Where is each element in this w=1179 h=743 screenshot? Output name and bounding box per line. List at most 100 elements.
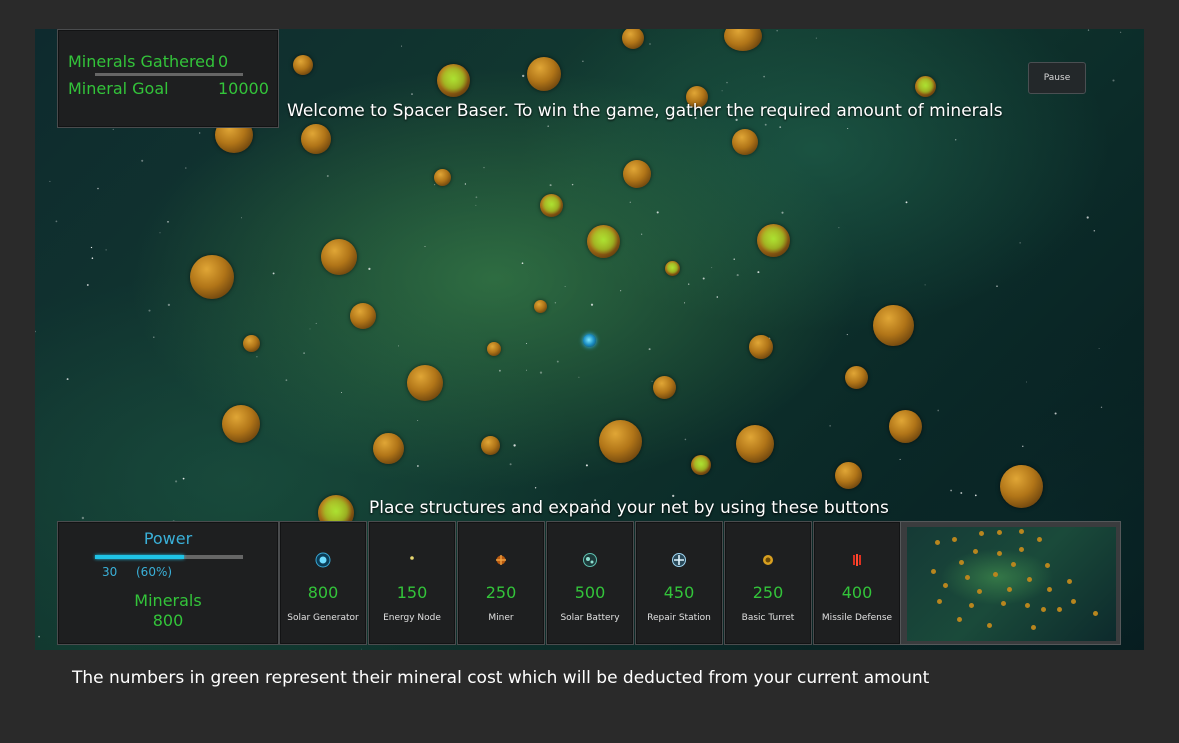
star <box>1054 412 1057 415</box>
structure-cost: 800 <box>307 583 339 602</box>
mineral-asteroid[interactable] <box>407 365 443 401</box>
star <box>91 257 94 259</box>
build-missile-defense-button[interactable]: 400 Missile Defense <box>813 521 901 645</box>
mineral-asteroid[interactable] <box>190 255 234 299</box>
mineral-asteroid[interactable] <box>623 160 651 188</box>
star <box>475 196 478 199</box>
star <box>49 180 51 182</box>
mineral-asteroid[interactable] <box>301 124 331 154</box>
mineral-asteroid[interactable] <box>599 420 642 463</box>
minimap[interactable] <box>907 527 1116 641</box>
star <box>55 220 58 223</box>
minimap-asteroid <box>977 589 982 594</box>
mineral-goal-label: Mineral Goal <box>68 79 169 98</box>
mineral-asteroid[interactable] <box>587 225 620 258</box>
star <box>684 302 686 304</box>
energy-node-icon <box>410 556 414 560</box>
star <box>781 211 784 214</box>
build-energy-node-button[interactable]: 150 Energy Node <box>368 521 456 645</box>
star <box>81 516 85 520</box>
stats-divider <box>95 73 243 76</box>
mineral-asteroid[interactable] <box>293 55 313 75</box>
pause-button[interactable]: Pause <box>1028 62 1086 94</box>
game-viewport[interactable]: Minerals Gathered 0 Mineral Goal 10000 P… <box>35 29 1144 650</box>
mineral-asteroid[interactable] <box>691 455 711 475</box>
star <box>1087 29 1090 31</box>
structure-cost: 250 <box>485 583 517 602</box>
star <box>656 211 659 214</box>
minimap-asteroid <box>1011 562 1016 567</box>
power-percent: (60%) <box>136 565 173 579</box>
mineral-asteroid[interactable] <box>835 462 862 489</box>
mineral-asteroid[interactable] <box>732 129 758 155</box>
mineral-asteroid[interactable] <box>373 433 404 464</box>
mineral-asteroid[interactable] <box>1000 465 1043 508</box>
star <box>1120 31 1122 33</box>
mineral-asteroid[interactable] <box>873 305 914 346</box>
star <box>521 262 524 265</box>
star <box>1026 381 1028 383</box>
power-bar <box>95 555 243 559</box>
repair-station-icon <box>672 553 686 567</box>
structure-cost: 500 <box>574 583 606 602</box>
mineral-asteroid[interactable] <box>350 303 376 329</box>
minimap-asteroid <box>943 583 948 588</box>
star <box>424 245 426 247</box>
star <box>547 125 549 127</box>
mineral-asteroid[interactable] <box>665 261 680 276</box>
star <box>905 201 908 204</box>
star <box>688 283 690 285</box>
mineral-asteroid[interactable] <box>487 342 501 356</box>
mineral-asteroid[interactable] <box>540 194 563 217</box>
minimap-panel[interactable] <box>900 521 1121 645</box>
mineral-asteroid[interactable] <box>915 76 936 97</box>
home-base-core[interactable] <box>583 334 596 347</box>
star <box>256 356 258 358</box>
star <box>1019 242 1021 244</box>
build-solar-battery-button[interactable]: 500 Solar Battery <box>546 521 634 645</box>
star <box>241 217 243 219</box>
minimap-asteroid <box>987 623 992 628</box>
star <box>272 272 275 275</box>
star <box>1022 445 1024 447</box>
build-repair-station-button[interactable]: 450 Repair Station <box>635 521 723 645</box>
star <box>711 267 713 269</box>
mineral-asteroid[interactable] <box>222 405 260 443</box>
build-miner-button[interactable]: 250 Miner <box>457 521 545 645</box>
star <box>185 167 187 169</box>
mineral-asteroid[interactable] <box>321 239 357 275</box>
minimap-asteroid <box>1057 607 1062 612</box>
structure-name: Solar Generator <box>287 613 359 623</box>
mineral-asteroid[interactable] <box>749 335 773 359</box>
solar-generator-icon <box>315 552 331 568</box>
welcome-message: Welcome to Spacer Baser. To win the game… <box>287 101 1003 121</box>
mineral-asteroid[interactable] <box>736 425 774 463</box>
build-basic-turret-button[interactable]: 250 Basic Turret <box>724 521 812 645</box>
mineral-asteroid[interactable] <box>434 169 451 186</box>
minimap-asteroid <box>1027 577 1032 582</box>
build-solar-generator-button[interactable]: 800 Solar Generator <box>279 521 367 645</box>
mineral-asteroid[interactable] <box>481 436 500 455</box>
mineral-asteroid[interactable] <box>845 366 868 389</box>
minerals-gathered-label: Minerals Gathered <box>68 52 216 71</box>
mineral-asteroid[interactable] <box>437 64 470 97</box>
mineral-asteroid[interactable] <box>534 300 547 313</box>
minimap-asteroid <box>937 599 942 604</box>
structure-name: Miner <box>488 613 514 623</box>
mineral-asteroid[interactable] <box>653 376 676 399</box>
mineral-asteroid[interactable] <box>527 57 561 91</box>
star <box>38 635 40 638</box>
mineral-asteroid[interactable] <box>243 335 260 352</box>
minimap-asteroid <box>959 560 964 565</box>
star <box>361 648 363 650</box>
star <box>721 90 723 92</box>
mineral-asteroid[interactable] <box>889 410 922 443</box>
star <box>590 303 594 306</box>
mineral-asteroid[interactable] <box>757 224 790 257</box>
star <box>398 345 400 347</box>
star <box>649 43 651 45</box>
minerals-value: 800 <box>152 611 184 630</box>
star <box>554 302 557 304</box>
minimap-asteroid <box>1031 625 1036 630</box>
star <box>498 369 501 372</box>
